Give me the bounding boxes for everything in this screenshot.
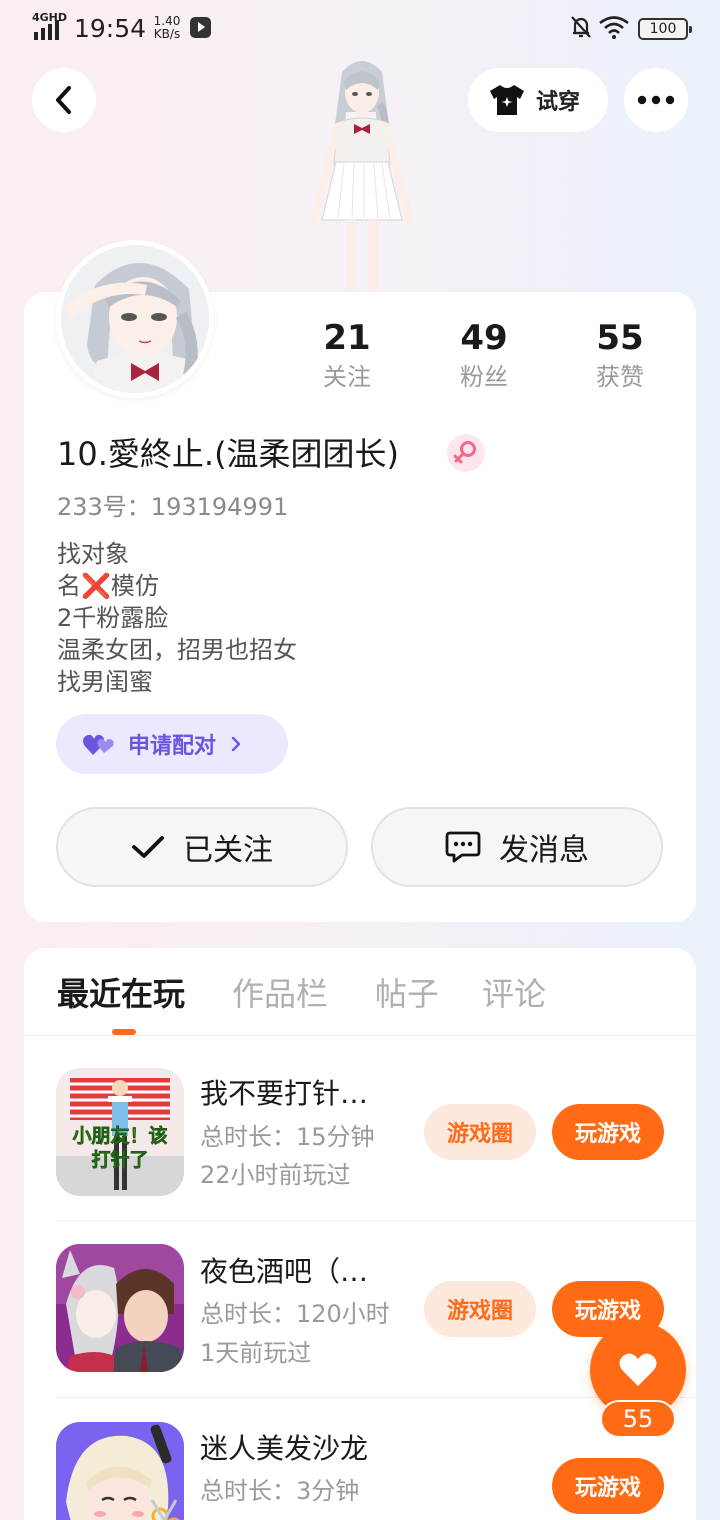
- followed-button[interactable]: 已关注: [56, 807, 348, 887]
- bell-muted-icon: [571, 16, 591, 38]
- tab-works[interactable]: 作品栏: [232, 972, 328, 1016]
- like-count-badge: 55: [600, 1400, 676, 1438]
- following-label: 关注: [323, 363, 371, 391]
- pair-request-button[interactable]: 申请配对: [56, 714, 288, 774]
- tab-comments[interactable]: 评论: [482, 972, 546, 1016]
- play-game-button[interactable]: 玩游戏: [552, 1458, 664, 1514]
- battery-indicator: 100: [638, 18, 692, 40]
- divider: [56, 1220, 696, 1221]
- game-title: 我不要打针…: [200, 1077, 369, 1110]
- bio: 找对象 名❌模仿 2千粉露脸 温柔女团，招男也招女 找男闺蜜: [57, 538, 297, 698]
- heart-icon: [619, 1353, 657, 1386]
- avatar[interactable]: [56, 240, 214, 398]
- back-chevron-icon: [56, 86, 71, 114]
- stat-fans[interactable]: 49 粉丝: [424, 318, 544, 394]
- bio-line: 找男闺蜜: [57, 668, 153, 696]
- game-icon-night-bar[interactable]: [56, 1244, 184, 1372]
- following-count: 21: [323, 318, 371, 358]
- bio-line: 2千粉露脸: [57, 604, 169, 632]
- game-duration: 总时长：120小时: [200, 1300, 390, 1328]
- bio-line: 温柔女团，招男也招女: [57, 636, 297, 664]
- network-type: 4GHD: [32, 11, 68, 24]
- stat-likes[interactable]: 55 获赞: [560, 318, 680, 394]
- nickname: 10.愛終止.(温柔团团长): [57, 435, 400, 473]
- shirt-icon: [490, 85, 524, 115]
- back-button[interactable]: [32, 68, 96, 132]
- media-play-icon: [190, 17, 211, 38]
- user-id: 233号：193194991: [57, 493, 289, 521]
- more-button[interactable]: [624, 68, 688, 132]
- check-icon: [132, 836, 164, 858]
- game-title: 夜色酒吧（…: [200, 1255, 369, 1288]
- game-circle-button[interactable]: 游戏圈: [424, 1104, 536, 1160]
- double-heart-icon: [83, 734, 114, 755]
- send-message-label: 发消息: [499, 833, 589, 868]
- try-on-button[interactable]: 试穿: [468, 68, 608, 132]
- status-bar: 4GHD 19:54 1.40 KB/s 100: [0, 0, 720, 56]
- avatar-figure: [310, 61, 414, 297]
- signal-icon: 4GHD: [32, 11, 68, 40]
- pair-request-label: 申请配对: [128, 734, 217, 759]
- divider: [24, 1035, 696, 1036]
- game-last-played: 22小时前玩过: [200, 1161, 351, 1189]
- game-duration: 总时长：3分钟: [200, 1477, 360, 1505]
- wifi-icon: [599, 16, 629, 39]
- female-gender-icon: [447, 434, 485, 472]
- clock: 19:54: [74, 14, 147, 43]
- bio-line: 名❌模仿: [57, 572, 159, 600]
- bio-line: 找对象: [57, 540, 129, 568]
- chat-bubble-icon: [445, 831, 481, 863]
- game-last-played: 1天前玩过: [200, 1339, 312, 1367]
- fans-label: 粉丝: [460, 363, 508, 391]
- try-on-label: 试穿: [536, 90, 581, 115]
- tab-recently-played[interactable]: 最近在玩: [57, 972, 185, 1016]
- game-title: 迷人美发沙龙: [200, 1432, 369, 1465]
- avatar-portrait: [61, 245, 209, 393]
- fans-count: 49: [460, 318, 508, 358]
- game-icon-hair-salon[interactable]: [56, 1422, 184, 1520]
- more-dots-icon: [637, 95, 675, 105]
- game-circle-button[interactable]: 游戏圈: [424, 1281, 536, 1337]
- stat-following[interactable]: 21 关注: [287, 318, 407, 394]
- play-game-button[interactable]: 玩游戏: [552, 1104, 664, 1160]
- network-speed: 1.40 KB/s: [153, 14, 181, 41]
- send-message-button[interactable]: 发消息: [371, 807, 663, 887]
- likes-received-label: 获赞: [596, 363, 644, 391]
- game-icon-injection[interactable]: 小朋友！该打针了: [56, 1068, 184, 1196]
- tab-posts[interactable]: 帖子: [375, 972, 439, 1016]
- chevron-right-icon: [231, 736, 241, 752]
- game-duration: 总时长：15分钟: [200, 1123, 375, 1151]
- likes-received-count: 55: [596, 318, 644, 358]
- followed-label: 已关注: [183, 833, 273, 868]
